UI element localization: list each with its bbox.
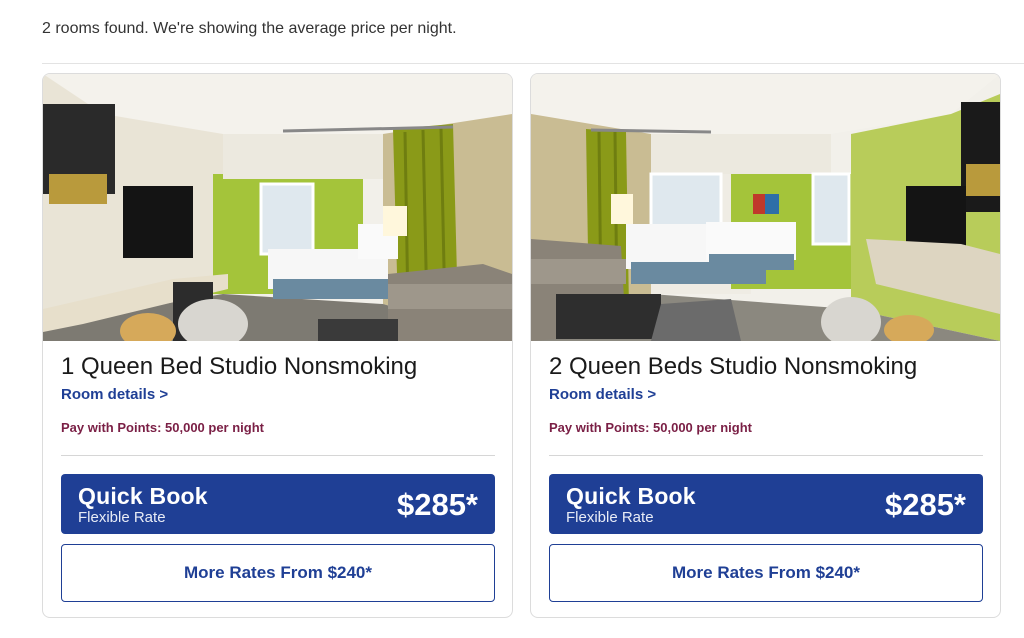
room-card: 2 Queen Beds Studio Nonsmoking Room deta… [530,73,1001,618]
room-title: 1 Queen Bed Studio Nonsmoking [61,353,418,380]
points-price: Pay with Points: 50,000 per night [549,420,752,435]
room-photo[interactable] [531,74,1000,341]
results-summary: 2 rooms found. We're showing the average… [42,20,457,37]
room-title: 2 Queen Beds Studio Nonsmoking [549,353,918,380]
rate-type: Flexible Rate [566,509,654,526]
quick-book-button[interactable]: Quick Book Flexible Rate $285* [61,474,495,534]
room-card: 1 Queen Bed Studio Nonsmoking Room detai… [42,73,513,618]
quick-book-button[interactable]: Quick Book Flexible Rate $285* [549,474,983,534]
points-price: Pay with Points: 50,000 per night [61,420,264,435]
room-details-link[interactable]: Room details > [549,386,656,403]
quick-book-price: $285* [396,487,478,522]
quick-book-title: Quick Book [566,483,696,509]
more-rates-button[interactable]: More Rates From $240* [549,544,983,602]
room-details-link[interactable]: Room details > [61,386,168,403]
divider [61,455,495,456]
room-photo[interactable] [43,74,512,341]
rate-type: Flexible Rate [78,509,166,526]
quick-book-price: $285* [884,487,966,522]
divider [42,63,1024,64]
quick-book-title: Quick Book [78,483,208,509]
divider [549,455,983,456]
more-rates-button[interactable]: More Rates From $240* [61,544,495,602]
